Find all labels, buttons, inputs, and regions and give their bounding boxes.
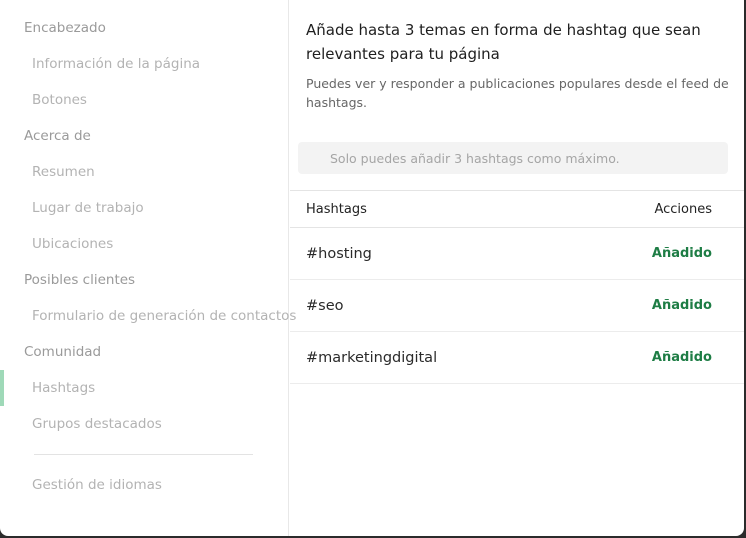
hashtag-search-input[interactable] xyxy=(298,142,728,174)
table-row: #hosting Añadido xyxy=(290,228,744,280)
sidebar-divider xyxy=(34,454,253,455)
column-header-actions: Acciones xyxy=(654,202,712,217)
sidebar-section-acerca-de[interactable]: Acerca de xyxy=(0,118,313,154)
sidebar-item-resumen[interactable]: Resumen xyxy=(0,154,321,190)
column-header-hashtags: Hashtags xyxy=(306,202,367,217)
hashtags-modal: Encabezado Información de la página Boto… xyxy=(0,0,744,536)
sidebar-item-botones[interactable]: Botones xyxy=(0,82,321,118)
page-description: Puedes ver y responder a publicaciones p… xyxy=(306,76,729,110)
sidebar-item-ubicaciones[interactable]: Ubicaciones xyxy=(0,226,321,262)
sidebar-section-comunidad[interactable]: Comunidad xyxy=(0,334,313,370)
added-button[interactable]: Añadido xyxy=(652,332,712,384)
added-button[interactable]: Añadido xyxy=(652,280,712,332)
sidebar-nav: Encabezado Información de la página Boto… xyxy=(0,0,296,536)
sidebar-item-gestion-idiomas[interactable]: Gestión de idiomas xyxy=(0,467,321,503)
sidebar-item-informacion[interactable]: Información de la página xyxy=(0,46,321,82)
hashtag-label: #seo xyxy=(306,298,344,314)
hashtags-table: Hashtags Acciones #hosting Añadido #seo … xyxy=(290,190,744,384)
sidebar-item-formulario-contactos[interactable]: Formulario de generación de contactos xyxy=(0,298,321,334)
sidebar-item-grupos-destacados[interactable]: Grupos destacados xyxy=(0,406,321,442)
sidebar-section-posibles-clientes[interactable]: Posibles clientes xyxy=(0,262,313,298)
sidebar-section-encabezado[interactable]: Encabezado xyxy=(0,10,313,46)
table-row: #seo Añadido xyxy=(290,280,744,332)
hashtag-label: #hosting xyxy=(306,246,372,262)
table-header: Hashtags Acciones xyxy=(290,190,744,228)
page-title: Añade hasta 3 temas en forma de hashtag … xyxy=(306,21,701,63)
main-panel: Añade hasta 3 temas en forma de hashtag … xyxy=(290,0,744,536)
table-row: #marketingdigital Añadido xyxy=(290,332,744,384)
added-button[interactable]: Añadido xyxy=(652,228,712,280)
sidebar-item-lugar-de-trabajo[interactable]: Lugar de trabajo xyxy=(0,190,321,226)
sidebar-item-hashtags[interactable]: Hashtags xyxy=(0,370,321,406)
hashtag-label: #marketingdigital xyxy=(306,350,438,366)
